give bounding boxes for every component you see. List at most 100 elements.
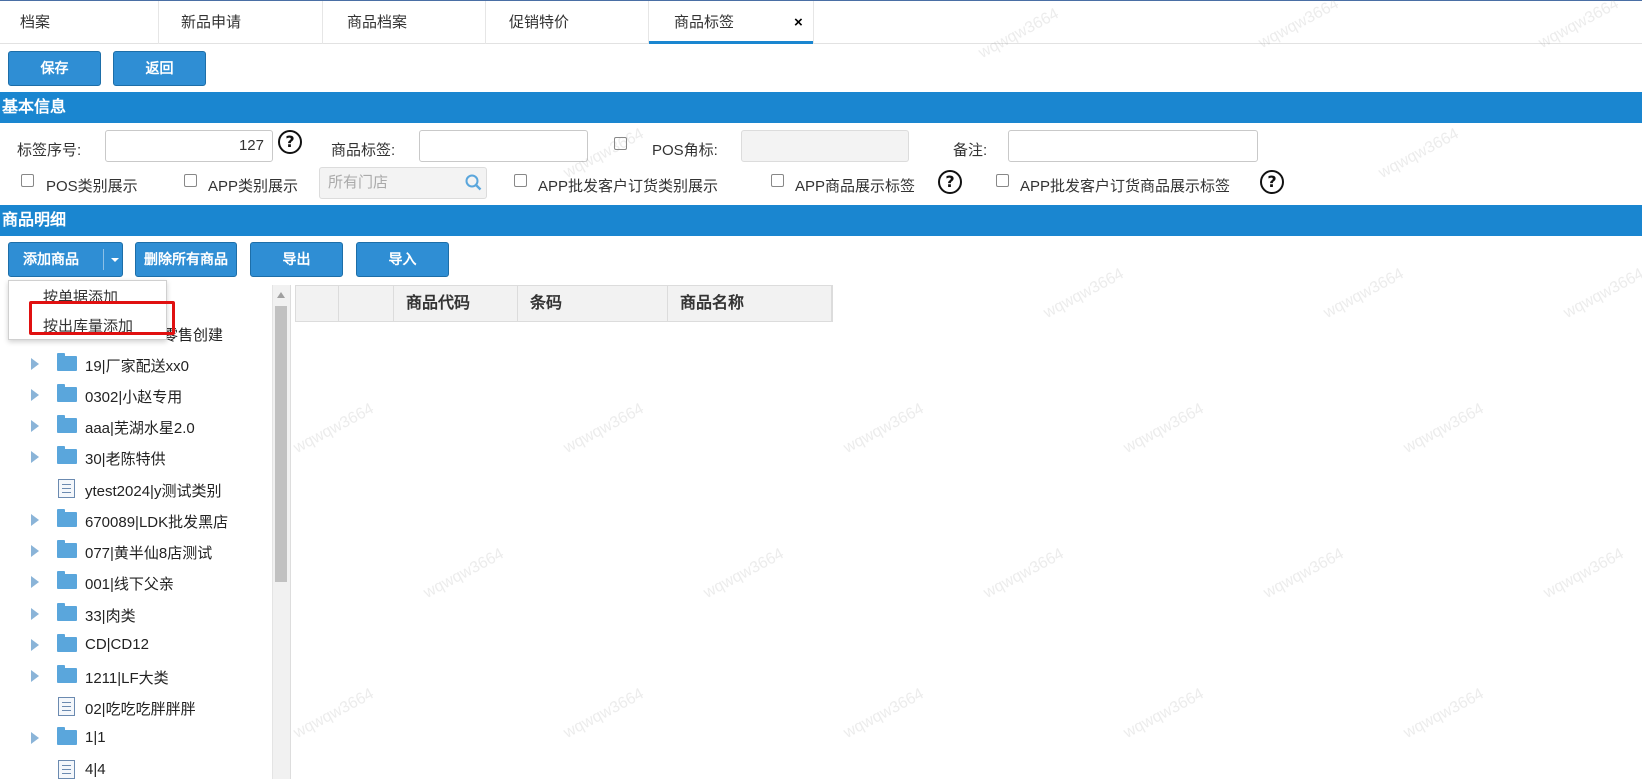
pos-corner-label: POS角标: bbox=[652, 142, 718, 159]
tree-item[interactable]: aaa|芜湖水星2.0 bbox=[0, 411, 272, 441]
tree-item[interactable]: 1211|LF大类 bbox=[0, 661, 272, 691]
product-tag-input[interactable] bbox=[419, 130, 588, 162]
product-tag-label: 商品标签: bbox=[331, 142, 396, 159]
tab-product-tag[interactable]: 商品标签 bbox=[649, 1, 813, 44]
label-no-input[interactable]: 127 bbox=[105, 130, 273, 162]
watermark: wqwqw3664 bbox=[1375, 125, 1462, 182]
add-product-button[interactable]: 添加商品 bbox=[8, 242, 123, 277]
document-icon bbox=[58, 697, 75, 716]
app-category-display-label: APP类别展示 bbox=[208, 178, 299, 195]
expand-arrow-icon[interactable] bbox=[31, 389, 39, 401]
tree-item-label: 1211|LF大类 bbox=[85, 670, 169, 687]
tree-item-label: aaa|芜湖水星2.0 bbox=[85, 420, 195, 437]
app-wholesale-category-checkbox[interactable] bbox=[514, 174, 527, 187]
folder-icon bbox=[57, 446, 77, 464]
app-wholesale-product-tag-label: APP批发客户订货商品展示标签 bbox=[1020, 178, 1231, 195]
expand-arrow-icon[interactable] bbox=[31, 451, 39, 463]
tree-item[interactable]: 670089|LDK批发黑店 bbox=[0, 505, 272, 535]
tree-item[interactable]: ytest2024|y测试类别 bbox=[0, 474, 272, 504]
scrollbar-thumb[interactable] bbox=[275, 306, 287, 582]
search-icon[interactable] bbox=[459, 167, 487, 199]
tab-archive[interactable]: 档案 bbox=[20, 1, 50, 44]
split-divider bbox=[103, 249, 104, 270]
grid-col-product-name[interactable]: 商品名称 bbox=[668, 286, 832, 321]
tab-close-icon[interactable]: × bbox=[794, 15, 803, 31]
help-icon[interactable]: ? bbox=[1260, 170, 1284, 194]
tree-item[interactable]: 0302|小赵专用 bbox=[0, 380, 272, 410]
add-product-label: 添加商品 bbox=[23, 251, 79, 267]
folder-icon bbox=[57, 415, 77, 433]
tree-item-label: 0302|小赵专用 bbox=[85, 389, 183, 406]
grid-col-barcode[interactable]: 条码 bbox=[518, 286, 668, 321]
tab-product-archive[interactable]: 商品档案 bbox=[347, 1, 407, 44]
expand-arrow-icon[interactable] bbox=[31, 420, 39, 432]
expand-arrow-icon[interactable] bbox=[31, 576, 39, 588]
folder-icon bbox=[57, 665, 77, 683]
tree-item-label: 30|老陈特供 bbox=[85, 451, 166, 468]
expand-arrow-icon[interactable] bbox=[31, 670, 39, 682]
tree-item-label: 02|吃吃吃胖胖胖 bbox=[85, 701, 196, 718]
save-button[interactable]: 保存 bbox=[8, 51, 101, 86]
remark-input[interactable] bbox=[1008, 130, 1258, 162]
tree-item-label: 19|厂家配送xx0 bbox=[85, 358, 189, 375]
help-icon[interactable]: ? bbox=[278, 130, 302, 154]
grid-header: 商品代码 条码 商品名称 bbox=[295, 285, 833, 322]
tree-item[interactable]: 077|黄半仙8店测试 bbox=[0, 536, 272, 566]
tree-item-label: 1|1 bbox=[85, 729, 106, 746]
tree-item[interactable]: 02|吃吃吃胖胖胖 bbox=[0, 692, 272, 722]
tree-item-label: 077|黄半仙8店测试 bbox=[85, 545, 213, 562]
import-button[interactable]: 导入 bbox=[356, 242, 449, 277]
folder-icon bbox=[57, 603, 77, 621]
back-button[interactable]: 返回 bbox=[113, 51, 206, 86]
folder-icon bbox=[57, 727, 77, 745]
label-no-label: 标签序号: bbox=[17, 142, 82, 159]
tree-item[interactable]: 33|肉类 bbox=[0, 599, 272, 629]
tab-promotion-price[interactable]: 促销特价 bbox=[509, 1, 569, 44]
grid-col-product-code[interactable]: 商品代码 bbox=[394, 286, 518, 321]
expand-arrow-icon[interactable] bbox=[31, 358, 39, 370]
tab-divider bbox=[158, 1, 159, 44]
document-icon bbox=[58, 760, 75, 779]
expand-arrow-icon[interactable] bbox=[31, 732, 39, 744]
folder-icon bbox=[57, 634, 77, 652]
tab-divider bbox=[322, 1, 323, 44]
expand-arrow-icon[interactable] bbox=[31, 545, 39, 557]
expand-arrow-icon[interactable] bbox=[31, 608, 39, 620]
remark-label: 备注: bbox=[953, 142, 988, 159]
delete-all-products-button[interactable]: 删除所有商品 bbox=[135, 242, 237, 277]
help-icon[interactable]: ? bbox=[938, 170, 962, 194]
app-wholesale-product-tag-checkbox[interactable] bbox=[996, 174, 1009, 187]
folder-icon bbox=[57, 571, 77, 589]
tab-divider bbox=[485, 1, 486, 44]
tree-item-label: 001|线下父亲 bbox=[85, 576, 174, 593]
tree-item[interactable]: 19|厂家配送xx0 bbox=[0, 349, 272, 379]
app-category-display-checkbox[interactable] bbox=[184, 174, 197, 187]
grid-col-blank bbox=[339, 286, 394, 321]
pos-corner-checkbox[interactable] bbox=[614, 137, 627, 150]
tree-item-label: 33|肉类 bbox=[85, 608, 136, 625]
chevron-down-icon[interactable] bbox=[111, 258, 119, 262]
folder-icon bbox=[57, 509, 77, 527]
tab-bar: 档案 新品申请 商品档案 促销特价 商品标签 × bbox=[0, 0, 1642, 44]
tab-new-product-request[interactable]: 新品申请 bbox=[181, 1, 241, 44]
folder-icon bbox=[57, 384, 77, 402]
folder-icon bbox=[57, 353, 77, 371]
folder-icon bbox=[57, 540, 77, 558]
tree-item[interactable]: 30|老陈特供 bbox=[0, 442, 272, 472]
pos-category-display-checkbox[interactable] bbox=[21, 174, 34, 187]
scroll-up-arrow-icon[interactable] bbox=[277, 292, 285, 298]
app-product-display-tag-label: APP商品展示标签 bbox=[795, 178, 916, 195]
tree-item[interactable]: 001|线下父亲 bbox=[0, 567, 272, 597]
tree-item-label: 670089|LDK批发黑店 bbox=[85, 514, 229, 531]
product-grid bbox=[290, 285, 1642, 779]
app-product-display-tag-checkbox[interactable] bbox=[771, 174, 784, 187]
grid-col-blank bbox=[296, 286, 339, 321]
tree-item-label: ytest2024|y测试类别 bbox=[85, 483, 222, 500]
tree-item[interactable]: 4|4 bbox=[0, 755, 272, 779]
tree-item[interactable]: 1|1 bbox=[0, 723, 272, 753]
tree-item[interactable]: CD|CD12 bbox=[0, 630, 272, 660]
app-wholesale-category-label: APP批发客户订货类别展示 bbox=[538, 178, 719, 195]
expand-arrow-icon[interactable] bbox=[31, 514, 39, 526]
export-button[interactable]: 导出 bbox=[250, 242, 343, 277]
expand-arrow-icon[interactable] bbox=[31, 639, 39, 651]
